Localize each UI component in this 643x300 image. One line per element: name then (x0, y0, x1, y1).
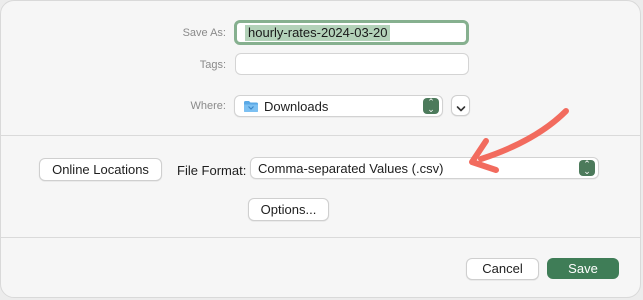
where-popup[interactable]: Downloads ⌃ ⌄ (234, 95, 443, 117)
cancel-button[interactable]: Cancel (466, 258, 539, 280)
divider-bottom (1, 237, 640, 238)
where-value: Downloads (264, 99, 329, 114)
where-label: Where: (190, 100, 226, 112)
where-stepper-icon: ⌃ ⌄ (423, 98, 439, 114)
save-as-value: hourly-rates-2024-03-20 (245, 25, 391, 41)
folder-icon (243, 100, 259, 116)
save-as-field[interactable]: hourly-rates-2024-03-20 (234, 20, 469, 45)
save-button[interactable]: Save (547, 258, 619, 279)
file-format-value: Comma-separated Values (.csv) (258, 161, 444, 176)
options-button[interactable]: Options... (248, 198, 329, 221)
tags-label: Tags: (199, 59, 226, 71)
save-as-label: Save As: (182, 27, 226, 39)
tags-field[interactable] (235, 53, 469, 75)
online-locations-button[interactable]: Online Locations (39, 158, 162, 181)
save-dialog: Save As: hourly-rates-2024-03-20 Tags: W… (0, 0, 641, 298)
file-format-label: File Format: (177, 163, 247, 178)
annotation-arrow-icon (469, 108, 569, 173)
